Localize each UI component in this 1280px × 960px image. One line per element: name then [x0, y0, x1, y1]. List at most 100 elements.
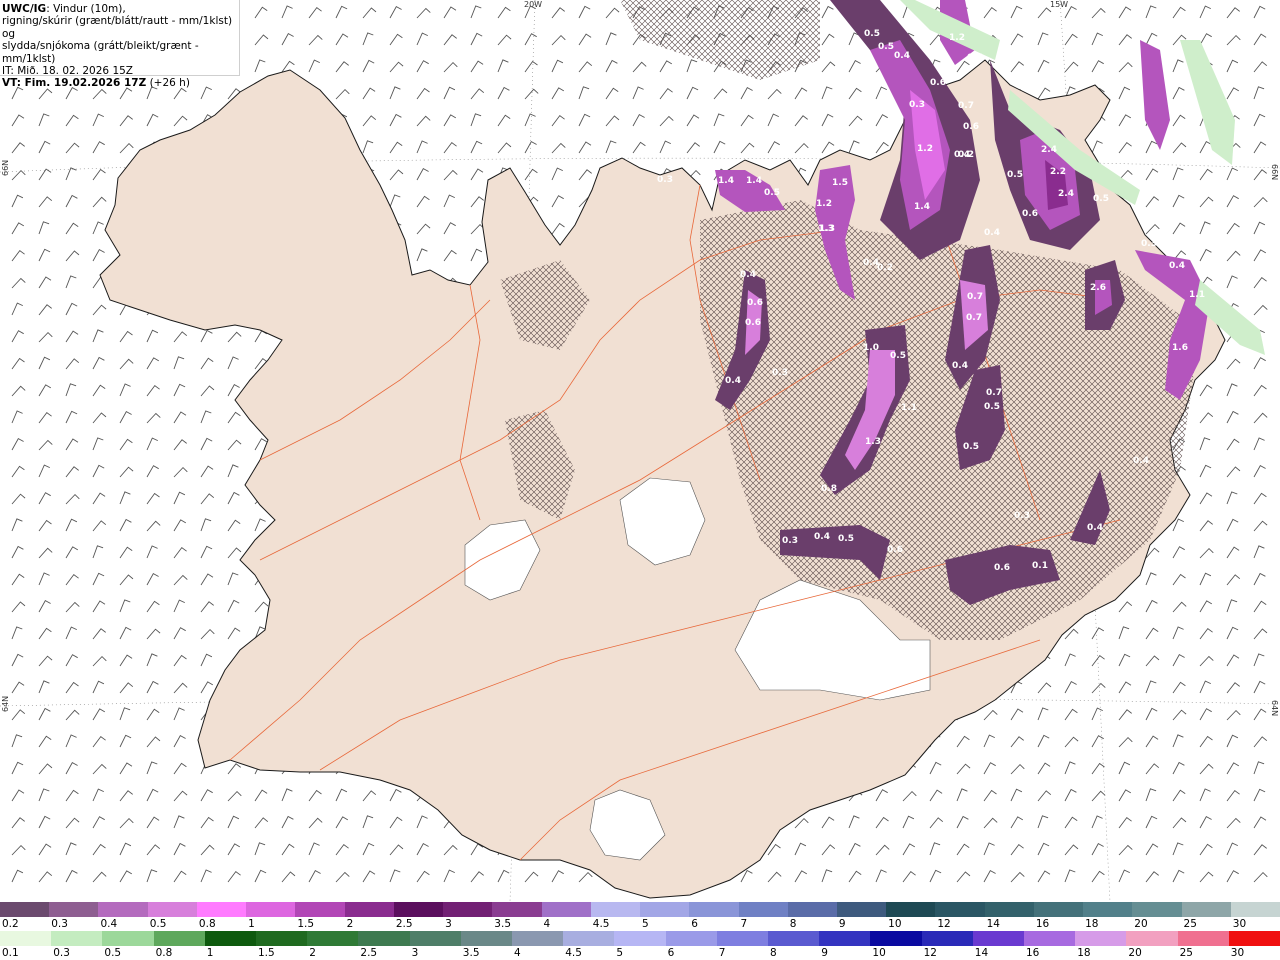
lead-time: (+26 h) [146, 77, 190, 90]
legend-swatch [768, 931, 820, 946]
legend-swatch [972, 931, 1025, 946]
lat-label-64n-right: 64N [1270, 700, 1279, 716]
legend-label: 5 [616, 947, 624, 959]
legend-label: 8 [770, 947, 777, 959]
legend-label: 0.2 [2, 918, 19, 930]
precip-label: 1.4 [914, 202, 930, 212]
legend-label: 16 [1035, 918, 1050, 930]
legend-swatch [204, 931, 257, 946]
precip-label: 0.5 [890, 351, 906, 361]
legend-swatch [51, 931, 103, 946]
legend-label: 10 [872, 947, 886, 959]
legend-swatch [935, 902, 985, 917]
valid-time-line: VT: Fim. 19.02.2026 17Z (+26 h) [2, 77, 239, 89]
issue-time: IT: Mið. 18. 02. 2026 15Z [2, 65, 133, 78]
precip-label: 0.5 [838, 534, 854, 544]
legend-label: 18 [1077, 947, 1091, 959]
product-name: UWC/IG [2, 3, 47, 15]
legend-label: 30 [1232, 918, 1247, 930]
color-legend: 0.2 0.3 0.4 0.5 0.8 1 1.5 2 2.5 3 3.5 4 4.5 5 6 7 8 9 10 12… [0, 902, 1280, 960]
map-title-box: UWC/IG: Vindur (10m), rigning/skúrir (gr… [0, 0, 240, 89]
precip-label: 0.4 [967, 53, 983, 63]
precip-label: 2.4 [1041, 145, 1057, 155]
legend-swatch [153, 931, 205, 946]
precip-label: 0.5 [878, 42, 894, 52]
precip-label: 0.2 [958, 150, 974, 160]
legend-label: 18 [1085, 918, 1099, 930]
legend-label: 5 [642, 918, 649, 930]
precip-label: 1.3 [865, 437, 881, 447]
rain-color-scale [0, 931, 1280, 946]
legend-swatch [590, 902, 641, 917]
legend-swatch [787, 902, 837, 917]
legend-label: 0.8 [198, 918, 216, 930]
precip-label: 0.4 [1133, 456, 1149, 466]
precip-label: 0.4 [725, 376, 741, 386]
title-line-2: rigning/skúrir (grænt/blátt/rautt - mm/1… [2, 15, 233, 40]
legend-swatch [984, 902, 1034, 917]
legend-swatch [886, 902, 936, 917]
legend-swatch [1126, 931, 1178, 946]
legend-label: 25 [1179, 947, 1193, 959]
valid-time: VT: Fim. 19.02.2026 17Z [2, 77, 147, 90]
precip-label: 0.4 [863, 258, 879, 268]
legend-swatch [738, 902, 788, 917]
precip-label: 0.7 [966, 313, 982, 323]
legend-swatch [443, 902, 493, 917]
title-line-3: slydda/snjókoma (grátt/bleikt/grænt - mm… [2, 40, 199, 65]
legend-swatch [1083, 902, 1133, 917]
legend-label: 20 [1128, 947, 1142, 959]
legend-label: 0.4 [100, 918, 118, 930]
legend-label: 0.5 [149, 918, 167, 930]
legend-swatch [614, 931, 666, 946]
legend-swatch [1177, 931, 1229, 946]
lat-label-66n-right: 66N [1270, 164, 1279, 180]
lat-label-64n-left: 64N [1, 696, 10, 712]
legend-label: 3 [411, 947, 419, 959]
precip-label: 2.4 [1058, 189, 1074, 199]
lon-label-15w: 15W [1050, 0, 1068, 9]
precip-label: 0.3 [772, 368, 788, 378]
precip-label: 1.5 [832, 178, 848, 188]
precip-label: 0.6 [930, 78, 946, 88]
legend-swatch [1024, 931, 1076, 946]
legend-label: 30 [1230, 947, 1245, 959]
legend-label: 14 [986, 918, 1000, 930]
legend-label: 8 [789, 918, 797, 930]
legend-swatch [98, 902, 148, 917]
legend-label: 4.5 [565, 947, 582, 959]
precip-label: 1.0 [863, 343, 879, 353]
legend-swatch [512, 931, 564, 946]
precip-label: 0.7 [967, 292, 983, 302]
precip-label: 0.6 [1022, 209, 1038, 219]
legend-swatch [716, 931, 769, 946]
legend-swatch [1033, 902, 1084, 917]
legend-swatch [819, 931, 871, 946]
precip-label: 0.3 [657, 175, 673, 185]
snow-scale-labels: 0.2 0.3 0.4 0.5 0.8 1 1.5 2 2.5 3 3.5 4 4.5 5 6 7 8 9 10 12… [0, 918, 1280, 930]
legend-label: 16 [1026, 947, 1040, 959]
legend-label: 4 [514, 947, 521, 959]
legend-swatch [358, 931, 410, 946]
legend-swatch [460, 931, 513, 946]
legend-swatch [1181, 902, 1231, 917]
legend-label: 7 [718, 947, 726, 959]
legend-swatch [295, 902, 345, 917]
legend-label: 3 [445, 918, 452, 930]
precip-label: 0.6 [887, 545, 903, 555]
precip-label: 0.4 [740, 270, 756, 280]
precip-label: 1.1 [901, 403, 917, 413]
precip-label: 0.3 [1014, 511, 1030, 521]
legend-swatch [665, 931, 717, 946]
legend-swatch [0, 931, 52, 946]
legend-label: 12 [923, 947, 937, 959]
product-description: : Vindur (10m), [46, 3, 126, 15]
precip-label: 0.7 [958, 101, 974, 111]
precip-label: 0.4 [1087, 523, 1103, 533]
precip-label: 0.4 [952, 361, 968, 371]
legend-label: 1.5 [258, 947, 275, 959]
precip-label: 2.2 [1050, 167, 1066, 177]
legend-swatch [409, 931, 461, 946]
precip-label: 1.6 [1172, 343, 1188, 353]
legend-label: 0.3 [53, 947, 70, 959]
